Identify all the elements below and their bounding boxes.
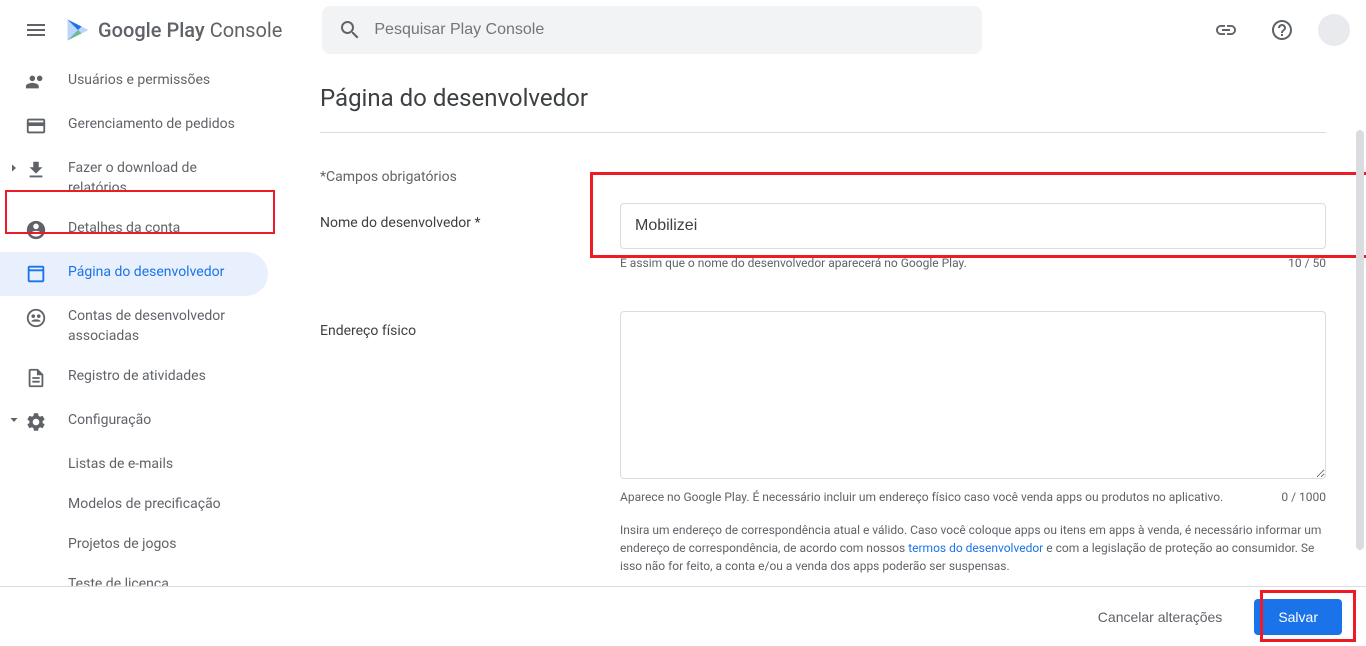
sidebar-label: Modelos de precificação (68, 494, 221, 514)
link-button[interactable] (1206, 10, 1246, 50)
cancel-button[interactable]: Cancelar alterações (1082, 601, 1239, 633)
sidebar-label: Página do desenvolvedor (68, 262, 224, 282)
users-icon (24, 70, 48, 94)
sidebar-item-license-test[interactable]: Teste de licença (0, 564, 268, 586)
dev-name-counter: 10 / 50 (1288, 255, 1326, 271)
footer-actions: Cancelar alterações Salvar (0, 586, 1366, 646)
sidebar-label: Contas de desenvolvedor associadas (68, 306, 252, 346)
expand-arrow-icon (4, 410, 24, 430)
dev-name-input[interactable] (620, 203, 1326, 249)
sidebar-label: Configuração (68, 410, 151, 430)
main-content: Página do desenvolvedor *Campos obrigató… (280, 60, 1366, 586)
sidebar: Usuários e permissões Gerenciamento de p… (0, 60, 280, 586)
sidebar-item-developer-page[interactable]: Página do desenvolvedor (0, 252, 268, 296)
search-input[interactable] (374, 21, 966, 39)
play-console-icon (64, 16, 92, 44)
linked-accounts-icon (24, 306, 48, 330)
main-container: Usuários e permissões Gerenciamento de p… (0, 60, 1366, 586)
credit-card-icon (24, 114, 48, 138)
sidebar-label: Projetos de jogos (68, 534, 177, 554)
sidebar-item-linked-accounts[interactable]: Contas de desenvolvedor associadas (0, 296, 268, 356)
help-icon (1270, 18, 1294, 42)
sidebar-item-activity-log[interactable]: Registro de atividades (0, 356, 268, 400)
form-row-dev-name: Nome do desenvolvedor * É assim que o no… (320, 203, 1326, 271)
download-icon (24, 158, 48, 182)
sidebar-item-game-projects[interactable]: Projetos de jogos (0, 524, 268, 564)
logo[interactable]: Google Play Console (64, 16, 282, 44)
required-fields-note: *Campos obrigatórios (320, 169, 1326, 185)
sidebar-label: Registro de atividades (68, 366, 206, 386)
avatar[interactable] (1318, 14, 1350, 46)
sidebar-item-users[interactable]: Usuários e permissões (0, 60, 268, 104)
sidebar-label: Usuários e permissões (68, 70, 210, 90)
sidebar-label: Listas de e-mails (68, 454, 173, 474)
sidebar-label: Gerenciamento de pedidos (68, 114, 235, 134)
sidebar-item-orders[interactable]: Gerenciamento de pedidos (0, 104, 268, 148)
search-box[interactable] (322, 6, 982, 54)
form-row-address: Endereço físico Aparece no Google Play. … (320, 311, 1326, 586)
sidebar-item-pricing-models[interactable]: Modelos de precificação (0, 484, 268, 524)
address-info-1: Insira um endereço de correspondência at… (620, 521, 1326, 575)
dev-name-helper: É assim que o nome do desenvolvedor apar… (620, 255, 1288, 271)
help-button[interactable] (1262, 10, 1302, 50)
gear-icon (24, 410, 48, 434)
header-actions (1206, 10, 1350, 50)
web-page-icon (24, 262, 48, 286)
sidebar-label: Detalhes da conta (68, 218, 180, 238)
sidebar-item-download-reports[interactable]: Fazer o download de relatórios (0, 148, 268, 208)
sidebar-item-settings[interactable]: Configuração (0, 400, 268, 444)
save-button[interactable]: Salvar (1254, 599, 1342, 635)
developer-terms-link[interactable]: termos do desenvolvedor (908, 541, 1043, 555)
sidebar-label: Teste de licença (68, 574, 169, 586)
dev-name-label: Nome do desenvolvedor * (320, 203, 620, 231)
logo-text: Google Play Console (98, 18, 282, 42)
page-title: Página do desenvolvedor (320, 60, 1326, 133)
sidebar-label: Fazer o download de relatórios (68, 158, 252, 198)
menu-button[interactable] (16, 10, 56, 50)
sidebar-item-account-details[interactable]: Detalhes da conta (0, 208, 268, 252)
address-helper: Aparece no Google Play. É necessário inc… (620, 489, 1281, 505)
document-icon (24, 366, 48, 390)
hamburger-icon (24, 18, 48, 42)
search-icon (338, 18, 362, 42)
address-counter: 0 / 1000 (1281, 489, 1326, 505)
link-icon (1214, 18, 1238, 42)
scrollbar[interactable] (1356, 130, 1364, 550)
sidebar-item-email-lists[interactable]: Listas de e-mails (0, 444, 268, 484)
account-icon (24, 218, 48, 242)
expand-arrow-icon (4, 158, 24, 178)
header: Google Play Console (0, 0, 1366, 60)
address-label: Endereço físico (320, 311, 620, 339)
address-textarea[interactable] (620, 311, 1326, 479)
